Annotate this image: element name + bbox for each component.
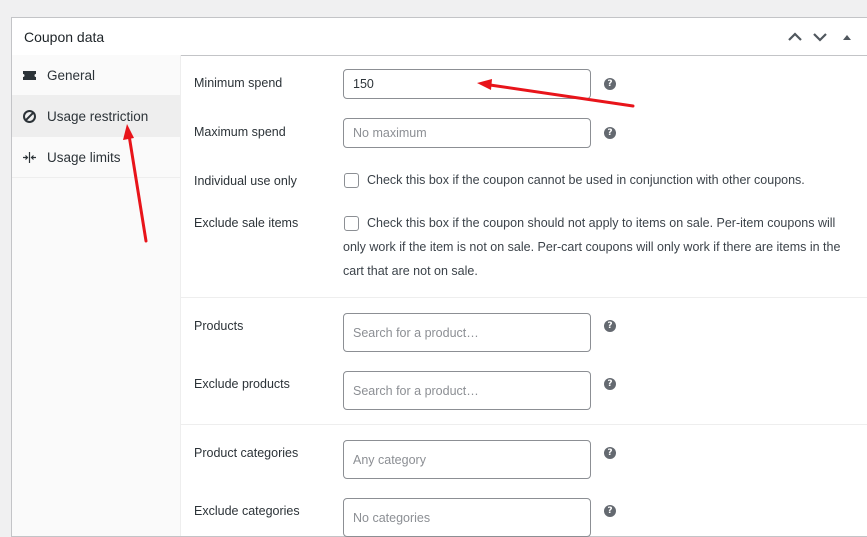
ban-icon	[22, 109, 37, 124]
help-icon[interactable]: ?	[604, 505, 616, 517]
exclude-sale-label: Exclude sale items	[194, 216, 299, 230]
tab-usage-restriction-label: Usage restriction	[47, 109, 149, 124]
tab-usage-limits-label: Usage limits	[47, 150, 121, 165]
minimum-spend-label: Minimum spend	[194, 76, 283, 90]
panel-title: Coupon data	[24, 29, 105, 45]
help-icon[interactable]: ?	[604, 447, 616, 459]
tab-general[interactable]: General	[12, 55, 180, 96]
panel-header: Coupon data	[12, 18, 867, 56]
section-divider	[181, 424, 867, 425]
maximum-spend-input[interactable]	[343, 118, 591, 148]
tab-usage-restriction[interactable]: Usage restriction	[12, 96, 180, 137]
exclude-products-search-input[interactable]	[343, 371, 591, 410]
product-categories-input[interactable]	[343, 440, 591, 479]
help-icon[interactable]: ?	[604, 127, 616, 139]
individual-use-label: Individual use only	[194, 174, 297, 188]
help-icon[interactable]: ?	[604, 320, 616, 332]
section-divider	[181, 297, 867, 298]
chevron-down-icon[interactable]	[811, 28, 829, 46]
maximum-spend-label: Maximum spend	[194, 125, 286, 139]
minimum-spend-input[interactable]	[343, 69, 591, 99]
product-categories-label: Product categories	[194, 446, 299, 460]
help-icon[interactable]: ?	[604, 78, 616, 90]
products-label: Products	[194, 319, 244, 333]
individual-use-description: Check this box if the coupon cannot be u…	[367, 173, 805, 187]
tab-general-label: General	[47, 68, 96, 83]
limits-icon	[22, 150, 37, 165]
chevron-up-icon[interactable]	[786, 28, 804, 46]
exclude-products-label: Exclude products	[194, 377, 290, 391]
exclude-categories-input[interactable]	[343, 498, 591, 537]
exclude-categories-label: Exclude categories	[194, 504, 300, 518]
tab-usage-limits[interactable]: Usage limits	[12, 137, 180, 178]
products-search-input[interactable]	[343, 313, 591, 352]
usage-restriction-content: Minimum spend ? Maximum spend ? Individu…	[181, 55, 867, 537]
help-icon[interactable]: ?	[604, 378, 616, 390]
coupon-tabs: General Usage restriction Usage limits	[12, 55, 181, 536]
coupon-data-panel: Coupon data General Usage restriction Us…	[11, 17, 867, 537]
exclude-sale-description: Check this box if the coupon should not …	[343, 216, 841, 278]
triangle-up-icon[interactable]	[838, 28, 856, 46]
ticket-icon	[22, 68, 37, 83]
